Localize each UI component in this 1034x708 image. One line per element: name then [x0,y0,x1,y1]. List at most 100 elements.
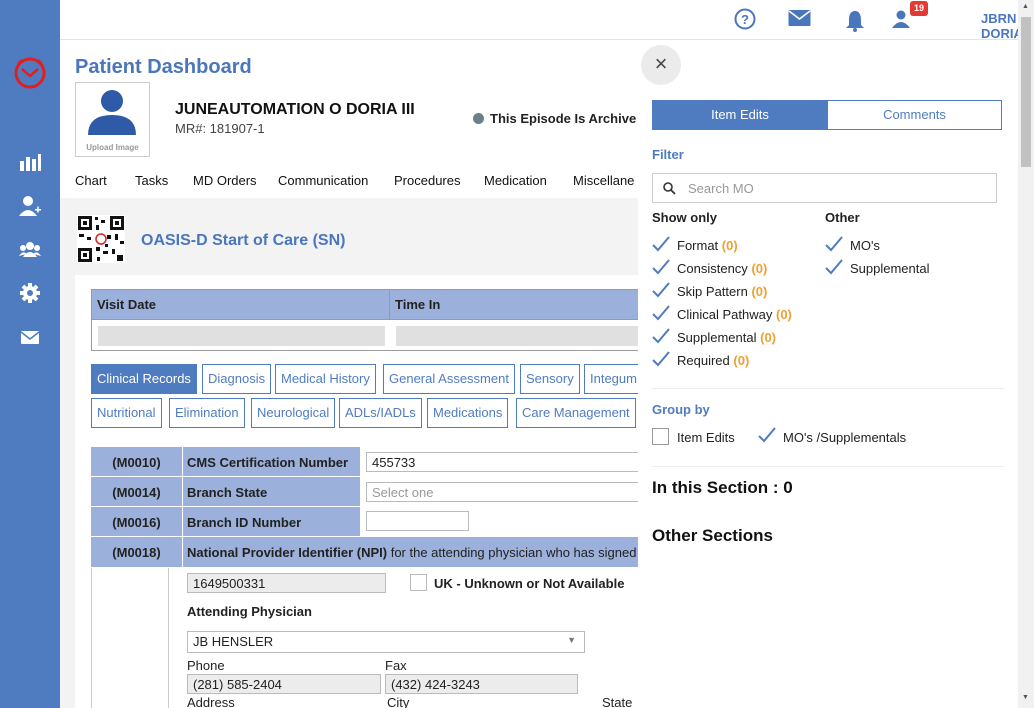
scroll-down-arrow-icon[interactable]: ▼ [1022,694,1029,701]
mo-label: CMS Certification Number [183,447,361,477]
npi-label-bold: National Provider Identifier (NPI) [187,545,388,560]
group-item-edits-label: Item Edits [677,430,735,445]
scroll-up-arrow-icon[interactable]: ▲ [1022,3,1029,10]
check-icon [652,305,670,321]
section-tab-general-assessment[interactable]: General Assessment [383,364,515,394]
section-tab-elimination[interactable]: Elimination [169,398,245,428]
show-only-label: Show only [652,210,717,225]
group-icon[interactable] [19,239,41,261]
messages-icon[interactable] [788,9,811,28]
other-supplemental-label: Supplemental [850,261,930,276]
section-tab-diagnosis[interactable]: Diagnosis [202,364,272,394]
tab-medication[interactable]: Medication [484,173,547,188]
group-item-edits-checkbox[interactable] [652,428,669,445]
phone-input[interactable]: (281) 585-2404 [187,674,381,694]
form-panel: Visit Date Time In Clinical Records Diag… [75,275,638,708]
section-tab-medical-history[interactable]: Medical History [275,364,376,394]
tab-chart[interactable]: Chart [75,173,107,188]
page-scrollbar[interactable]: ▲ ▼ [1018,0,1034,708]
bar-chart-icon[interactable] [19,151,41,173]
other-mos-label: MO's [850,238,880,253]
scrollbar-thumb[interactable] [1021,17,1031,167]
time-in-field[interactable] [396,326,638,346]
divider [652,388,1004,389]
help-icon[interactable]: ? [734,8,756,30]
time-in-header: Time In [390,290,638,320]
close-panel-button[interactable]: × [641,45,681,85]
mail-icon[interactable] [19,326,41,348]
state-label: State [602,695,633,708]
upload-image-label: Upload Image [86,143,139,152]
city-label: City [387,695,410,708]
patient-photo-upload[interactable]: Upload Image [75,82,150,157]
page-title: Patient Dashboard [75,56,252,78]
uk-unknown-checkbox[interactable] [410,574,427,591]
svg-text:?: ? [741,12,749,27]
branch-id-input[interactable] [366,511,469,531]
filter-count: (0) [721,238,738,253]
user-icon[interactable] [892,10,910,28]
fax-label: Fax [385,658,407,673]
filter-label-text: Clinical Pathway [677,307,773,322]
mo-value-cell [361,507,638,537]
episode-status-text: This Episode Is Archive [490,111,637,126]
mo-code: (M0014) [91,477,183,507]
mo-row-m0014: (M0014) Branch State Select one [91,477,638,507]
filter-count: (0) [751,284,768,299]
filter-label-text: Consistency [677,261,748,276]
other-sections-heading: Other Sections [652,526,773,545]
mo-code: (M0016) [91,507,183,537]
notification-bell-icon[interactable] [845,10,865,32]
tab-item-edits[interactable]: Item Edits [652,100,828,130]
tab-miscellaneous[interactable]: Miscellane [573,173,634,188]
fax-input[interactable]: (432) 424-3243 [385,674,578,694]
section-tab-sensory[interactable]: Sensory [520,364,580,394]
check-icon [825,236,843,252]
branch-state-select[interactable]: Select one [366,482,638,502]
tab-tasks[interactable]: Tasks [135,173,168,188]
tab-procedures[interactable]: Procedures [394,173,460,188]
search-mo-input[interactable]: Search MO [652,173,997,203]
item-edits-panel: × Item Edits Comments Filter Search MO S… [638,40,1018,708]
mo-row-m0018: (M0018) National Provider Identifier (NP… [91,537,638,568]
app-logo-icon[interactable] [13,56,47,90]
filter-label-text: Skip Pattern [677,284,748,299]
section-tab-integumentary[interactable]: Integum [584,364,638,394]
section-tab-adls-iadls[interactable]: ADLs/IADLs [339,398,422,428]
group-mos-supplementals-label: MO's /Supplementals [783,430,907,445]
filter-label-text: Supplemental [677,330,757,345]
filter-count: (0) [760,330,777,345]
mo-code: (M0018) [91,537,183,567]
tab-md-orders[interactable]: MD Orders [193,173,257,188]
check-icon [758,427,776,443]
npi-detail: 1649500331 UK - Unknown or Not Available… [91,568,638,708]
filter-label: Filter [652,147,684,162]
user-add-icon[interactable] [19,195,41,217]
form-area: OASIS-D Start of Care (SN) Visit Date Ti… [60,198,638,708]
gear-icon[interactable] [19,282,41,304]
section-tab-nutritional[interactable]: Nutritional [91,398,162,428]
check-icon [652,328,670,344]
tab-communication[interactable]: Communication [278,173,368,188]
mo-code: (M0010) [91,447,183,477]
visit-date-field[interactable] [98,326,385,346]
section-tab-medications[interactable]: Medications [427,398,509,428]
mo-label: Branch ID Number [183,507,361,537]
tab-comments[interactable]: Comments [827,100,1002,130]
group-by-label: Group by [652,402,710,417]
attending-physician-label: Attending Physician [187,604,312,619]
check-icon [652,351,670,367]
address-label: Address [187,695,235,708]
mo-label: Branch State [183,477,361,507]
attending-physician-select[interactable]: JB HENSLER ▼ [187,631,585,653]
section-tab-care-management[interactable]: Care Management [516,398,636,428]
visit-date-header: Visit Date [92,290,390,320]
section-tab-clinical-records[interactable]: Clinical Records [91,364,197,394]
npi-divider [168,568,169,708]
user-name-link[interactable]: JBRN DORIA [981,11,1023,41]
section-tab-neurological[interactable]: Neurological [251,398,336,428]
cms-certification-input[interactable]: 455733 [366,452,638,472]
npi-input[interactable]: 1649500331 [187,573,386,593]
qr-code-icon[interactable] [77,215,125,263]
divider [652,466,1004,467]
